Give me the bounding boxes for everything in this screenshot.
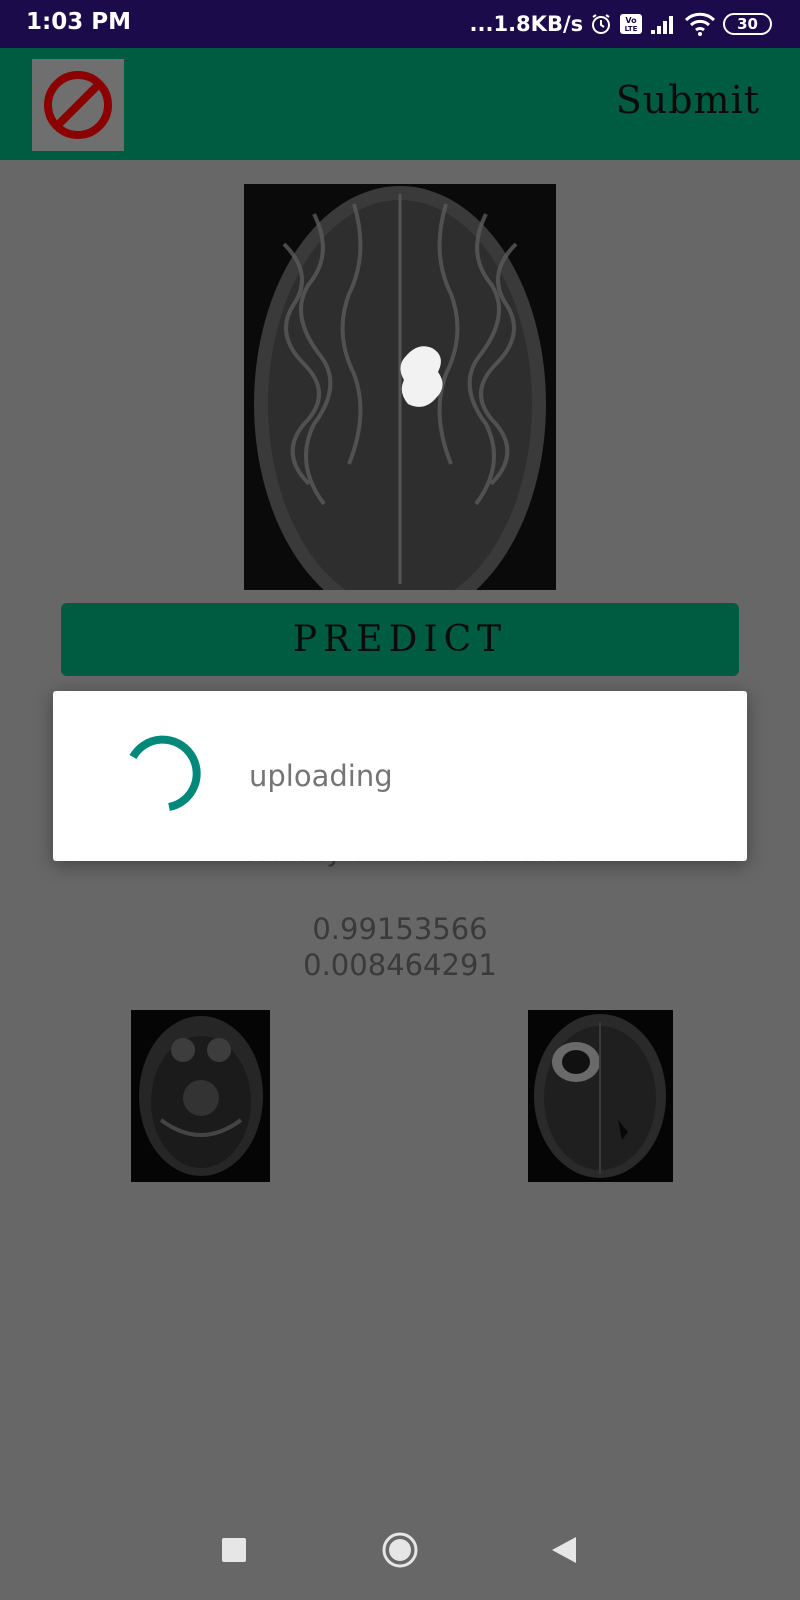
progress-spinner-icon	[129, 735, 201, 811]
svg-text:Vo: Vo	[626, 16, 638, 25]
prediction-value-1: 0.99153566	[312, 912, 488, 946]
submit-button[interactable]: Submit	[616, 78, 760, 122]
progress-dialog: uploading	[53, 691, 747, 861]
svg-text:LTE: LTE	[625, 25, 638, 33]
home-button[interactable]	[360, 1500, 440, 1600]
mri-image-main	[244, 184, 556, 622]
mri-thumbnail-2[interactable]	[528, 1010, 673, 1182]
recent-apps-icon	[222, 1538, 246, 1562]
predict-button[interactable]: PREDICT	[61, 603, 739, 676]
home-icon	[382, 1532, 418, 1568]
status-bar: 1:03 PM ...1.8KB/s Vo LTE 30	[0, 0, 800, 48]
alarm-icon	[589, 12, 613, 36]
status-time: 1:03 PM	[26, 9, 131, 35]
cancel-button[interactable]	[32, 59, 124, 151]
mri-thumbnail-1[interactable]	[131, 1010, 270, 1182]
network-speed: ...1.8KB/s	[469, 12, 584, 36]
back-button[interactable]	[524, 1500, 604, 1600]
battery-icon: 30	[723, 13, 772, 35]
status-icons: ...1.8KB/s Vo LTE 30	[470, 9, 772, 39]
navigation-bar	[0, 1500, 800, 1600]
back-icon	[552, 1537, 576, 1563]
signal-icon	[649, 12, 677, 36]
wifi-icon	[683, 11, 717, 37]
recent-apps-button[interactable]	[194, 1500, 274, 1600]
no-entry-icon	[44, 71, 112, 139]
prediction-value-2: 0.008464291	[303, 948, 497, 982]
volte-icon: Vo LTE	[619, 12, 643, 36]
toolbar: Submit	[0, 48, 800, 160]
dialog-message: uploading	[249, 759, 393, 793]
